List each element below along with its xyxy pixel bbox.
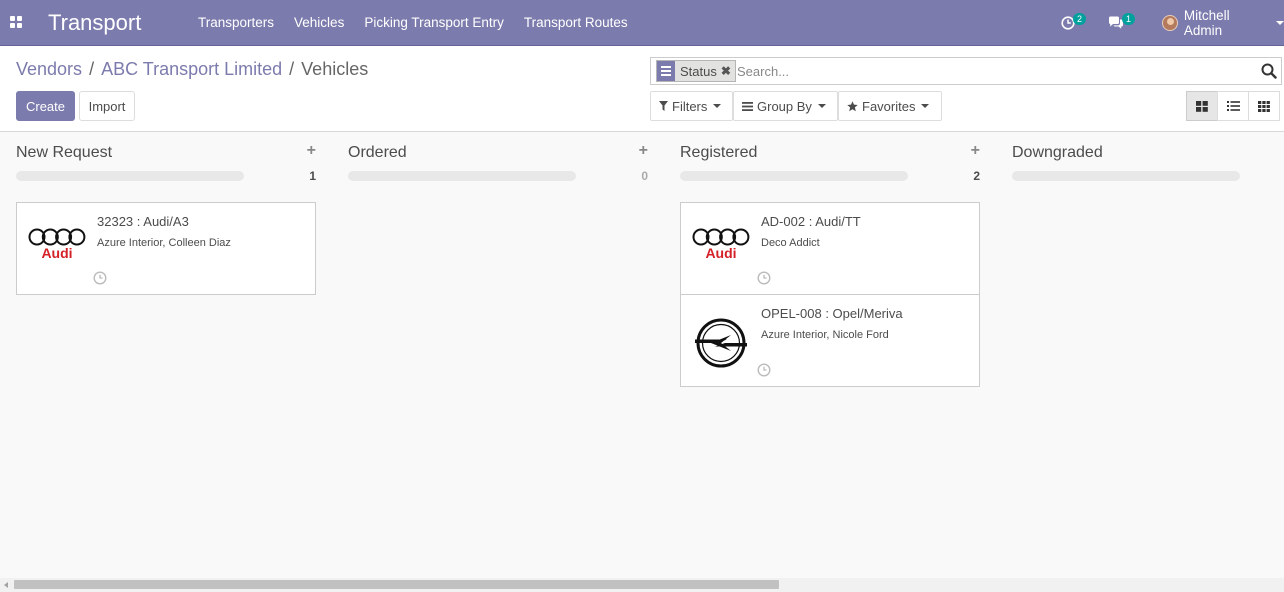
- svg-text:Audi: Audi: [41, 245, 72, 261]
- breadcrumb-vendors[interactable]: Vendors: [16, 59, 82, 80]
- caret-down-icon: [713, 104, 722, 108]
- scrollbar-thumb[interactable]: [14, 580, 779, 589]
- group-by-dropdown[interactable]: Group By: [733, 91, 838, 121]
- kanban-board: New Request + 1 Audi 32323 : Audi/A3 Azu…: [0, 132, 1284, 578]
- card-subtitle: Azure Interior, Colleen Diaz: [97, 237, 231, 249]
- column-progress-bar: [1012, 171, 1240, 181]
- quick-create-plus-icon[interactable]: +: [307, 142, 316, 160]
- list-view-button[interactable]: [1217, 91, 1249, 121]
- grid-icon: [1258, 100, 1270, 112]
- column-title[interactable]: Registered: [680, 144, 757, 162]
- kanban-column-downgraded: Downgraded: [1012, 132, 1284, 572]
- kanban-card[interactable]: OPEL-008 : Opel/Meriva Azure Interior, N…: [680, 294, 980, 387]
- favorites-label: Favorites: [862, 98, 916, 114]
- top-menu: Transporters Vehicles Picking Transport …: [188, 0, 638, 46]
- audi-logo-icon: Audi: [692, 228, 750, 261]
- facet-value: Status: [680, 63, 717, 79]
- column-progress-bar: [16, 171, 244, 181]
- create-button[interactable]: Create: [16, 91, 75, 121]
- column-progress-bar: [680, 171, 908, 181]
- card-subtitle: Deco Addict: [761, 237, 820, 249]
- apps-menu-icon[interactable]: [10, 16, 23, 29]
- breadcrumb-separator: /: [289, 59, 295, 79]
- column-title[interactable]: New Request: [16, 144, 112, 162]
- menu-item-transport-routes[interactable]: Transport Routes: [514, 0, 638, 46]
- group-by-label: Group By: [757, 98, 812, 114]
- message-count-badge: 1: [1122, 13, 1136, 25]
- kanban-column-registered: Registered + 2 Audi AD-002 : Audi/TT Dec…: [680, 132, 980, 572]
- activity-clock-icon[interactable]: [757, 271, 771, 285]
- activity-clock-icon[interactable]: [93, 271, 107, 285]
- user-name: Mitchell Admin: [1183, 8, 1230, 38]
- column-count: 2: [973, 169, 980, 183]
- filter-icon: [659, 101, 668, 111]
- kanban-icon: [1196, 100, 1208, 112]
- menu-item-transporters[interactable]: Transporters: [188, 0, 284, 46]
- filters-label: Filters: [672, 98, 708, 114]
- horizontal-scrollbar[interactable]: [0, 578, 1284, 592]
- import-button[interactable]: Import: [79, 91, 135, 121]
- search-input[interactable]: [737, 61, 1257, 81]
- column-count: 1: [309, 169, 316, 183]
- card-subtitle: Azure Interior, Nicole Ford: [761, 329, 889, 341]
- card-title: OPEL-008 : Opel/Meriva: [761, 306, 903, 321]
- kanban-column-ordered: Ordered + 0: [348, 132, 648, 572]
- search-facet-status: Status ✖: [656, 60, 736, 82]
- control-panel: Vendors / ABC Transport Limited / Vehicl…: [0, 46, 1284, 132]
- facet-remove-icon[interactable]: ✖: [721, 64, 735, 78]
- favorites-dropdown[interactable]: Favorites: [838, 91, 942, 121]
- breadcrumb: Vendors / ABC Transport Limited / Vehicl…: [16, 59, 368, 80]
- quick-create-plus-icon[interactable]: +: [971, 142, 980, 160]
- search-icon[interactable]: [1261, 63, 1277, 79]
- breadcrumb-separator: /: [89, 59, 95, 79]
- kanban-view-button[interactable]: [1186, 91, 1218, 121]
- app-title[interactable]: Transport: [48, 10, 141, 36]
- kanban-card[interactable]: Audi AD-002 : Audi/TT Deco Addict: [680, 202, 980, 295]
- menu-item-vehicles[interactable]: Vehicles: [284, 0, 354, 46]
- user-menu[interactable]: Mitchell Admin: [1162, 0, 1284, 46]
- scroll-left-arrow-icon[interactable]: [4, 582, 8, 588]
- caret-down-icon: [921, 104, 930, 108]
- activity-menu[interactable]: 2: [1061, 13, 1087, 33]
- caret-down-icon: [1276, 21, 1284, 25]
- search-bar: Status ✖: [650, 57, 1282, 85]
- audi-logo-icon: Audi: [28, 228, 86, 261]
- user-avatar: [1162, 15, 1178, 31]
- card-title: AD-002 : Audi/TT: [761, 214, 861, 229]
- column-title[interactable]: Downgraded: [1012, 144, 1103, 162]
- card-title: 32323 : Audi/A3: [97, 214, 189, 229]
- grid-view-button[interactable]: [1248, 91, 1280, 121]
- filters-dropdown[interactable]: Filters: [650, 91, 733, 121]
- list-icon: [1226, 101, 1240, 111]
- column-count: 0: [641, 169, 648, 183]
- opel-logo-icon: [695, 318, 747, 368]
- breadcrumb-vendor[interactable]: ABC Transport Limited: [101, 59, 282, 80]
- main-navbar: Transport Transporters Vehicles Picking …: [0, 0, 1284, 46]
- bars-icon: [742, 101, 753, 111]
- svg-text:Audi: Audi: [705, 245, 736, 261]
- group-by-facet-icon: [657, 61, 675, 81]
- caret-down-icon: [817, 104, 826, 108]
- view-switcher: [1186, 91, 1280, 121]
- activity-clock-icon[interactable]: [757, 363, 771, 377]
- messaging-menu[interactable]: 1: [1108, 13, 1138, 33]
- kanban-card[interactable]: Audi 32323 : Audi/A3 Azure Interior, Col…: [16, 202, 316, 295]
- menu-item-picking-transport-entry[interactable]: Picking Transport Entry: [354, 0, 514, 46]
- kanban-column-new-request: New Request + 1 Audi 32323 : Audi/A3 Azu…: [16, 132, 316, 572]
- star-icon: [847, 100, 858, 112]
- quick-create-plus-icon[interactable]: +: [639, 142, 648, 160]
- breadcrumb-current: Vehicles: [301, 59, 369, 79]
- activity-count-badge: 2: [1073, 13, 1087, 25]
- column-progress-bar: [348, 171, 576, 181]
- column-title[interactable]: Ordered: [348, 144, 407, 162]
